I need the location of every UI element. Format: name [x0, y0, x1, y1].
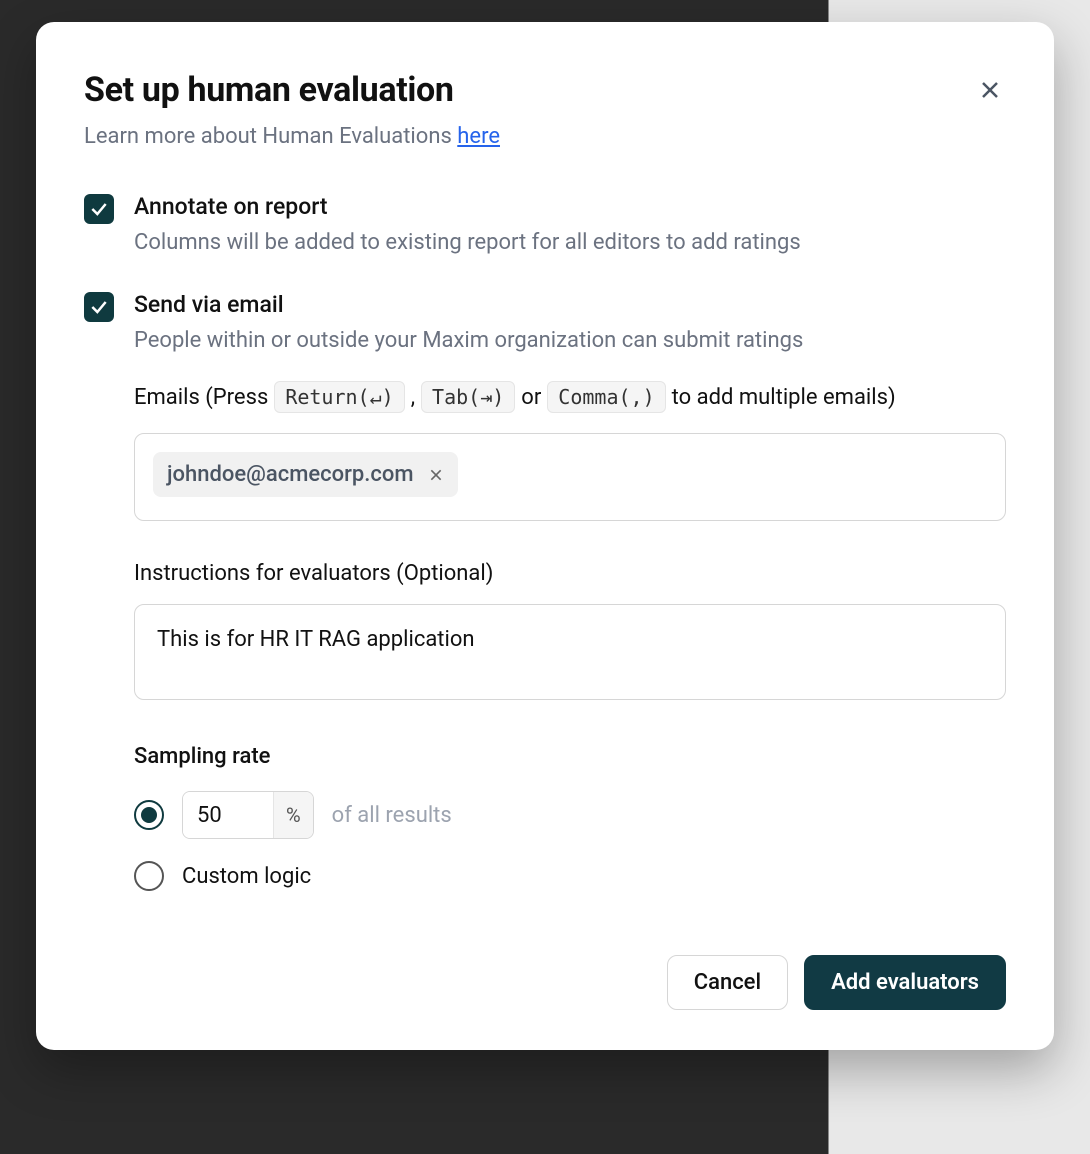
cancel-button[interactable]: Cancel [667, 955, 788, 1010]
annotate-desc: Columns will be added to existing report… [134, 230, 1006, 255]
annotate-text: Annotate on report Columns will be added… [134, 193, 1006, 255]
remove-email-button[interactable] [428, 467, 444, 483]
options-list: Annotate on report Columns will be added… [84, 193, 1006, 891]
modal-header: Set up human evaluation Learn more about… [84, 70, 1006, 149]
modal-title-block: Set up human evaluation Learn more about… [84, 70, 500, 149]
instructions-input[interactable] [134, 604, 1006, 700]
email-desc: People within or outside your Maxim orga… [134, 328, 1006, 353]
custom-radio[interactable] [134, 861, 164, 891]
emails-sep2: or [521, 385, 541, 410]
kbd-return: Return(↵) [274, 381, 404, 413]
percent-input-wrap: % [182, 791, 314, 839]
human-eval-modal: Set up human evaluation Learn more about… [36, 22, 1054, 1050]
email-text: Send via email People within or outside … [134, 291, 1006, 353]
emails-label-suffix: to add multiple emails) [672, 385, 896, 410]
emails-section: Emails (Press Return(↵) , Tab(⇥) or Comm… [134, 381, 1006, 521]
close-icon [978, 78, 1002, 102]
modal-title: Set up human evaluation [84, 70, 500, 110]
percent-input[interactable] [183, 792, 273, 838]
radio-dot [141, 807, 157, 823]
kbd-comma: Comma(,) [547, 381, 665, 413]
sampling-section: Sampling rate % of all results Custom lo… [134, 744, 1006, 891]
emails-input[interactable]: johndoe@acmecorp.com [134, 433, 1006, 521]
modal-footer: Cancel Add evaluators [84, 955, 1006, 1010]
x-icon [428, 467, 444, 483]
learn-more-link[interactable]: here [457, 124, 500, 149]
kbd-tab: Tab(⇥) [421, 381, 515, 413]
email-chip-text: johndoe@acmecorp.com [167, 462, 414, 487]
check-icon [89, 199, 109, 219]
modal-subtitle: Learn more about Human Evaluations here [84, 124, 500, 149]
percent-desc: of all results [332, 803, 452, 828]
sampling-option-percent: % of all results [134, 791, 1006, 839]
emails-sep1: , [411, 385, 415, 410]
option-annotate: Annotate on report Columns will be added… [84, 193, 1006, 255]
emails-label: Emails (Press Return(↵) , Tab(⇥) or Comm… [134, 381, 1006, 413]
emails-label-prefix: Emails (Press [134, 385, 268, 410]
close-button[interactable] [974, 74, 1006, 109]
percent-radio[interactable] [134, 800, 164, 830]
email-chip: johndoe@acmecorp.com [153, 452, 458, 497]
annotate-title: Annotate on report [134, 193, 1006, 220]
option-email: Send via email People within or outside … [84, 291, 1006, 353]
email-title: Send via email [134, 291, 1006, 318]
instructions-section: Instructions for evaluators (Optional) [134, 561, 1006, 704]
percent-suffix: % [273, 792, 313, 838]
check-icon [89, 297, 109, 317]
subtitle-text: Learn more about Human Evaluations [84, 124, 457, 149]
email-checkbox[interactable] [84, 292, 114, 322]
custom-label: Custom logic [182, 864, 311, 889]
sampling-option-custom: Custom logic [134, 861, 1006, 891]
annotate-checkbox[interactable] [84, 194, 114, 224]
add-evaluators-button[interactable]: Add evaluators [804, 955, 1006, 1010]
sampling-title: Sampling rate [134, 744, 1006, 769]
instructions-label: Instructions for evaluators (Optional) [134, 561, 1006, 586]
